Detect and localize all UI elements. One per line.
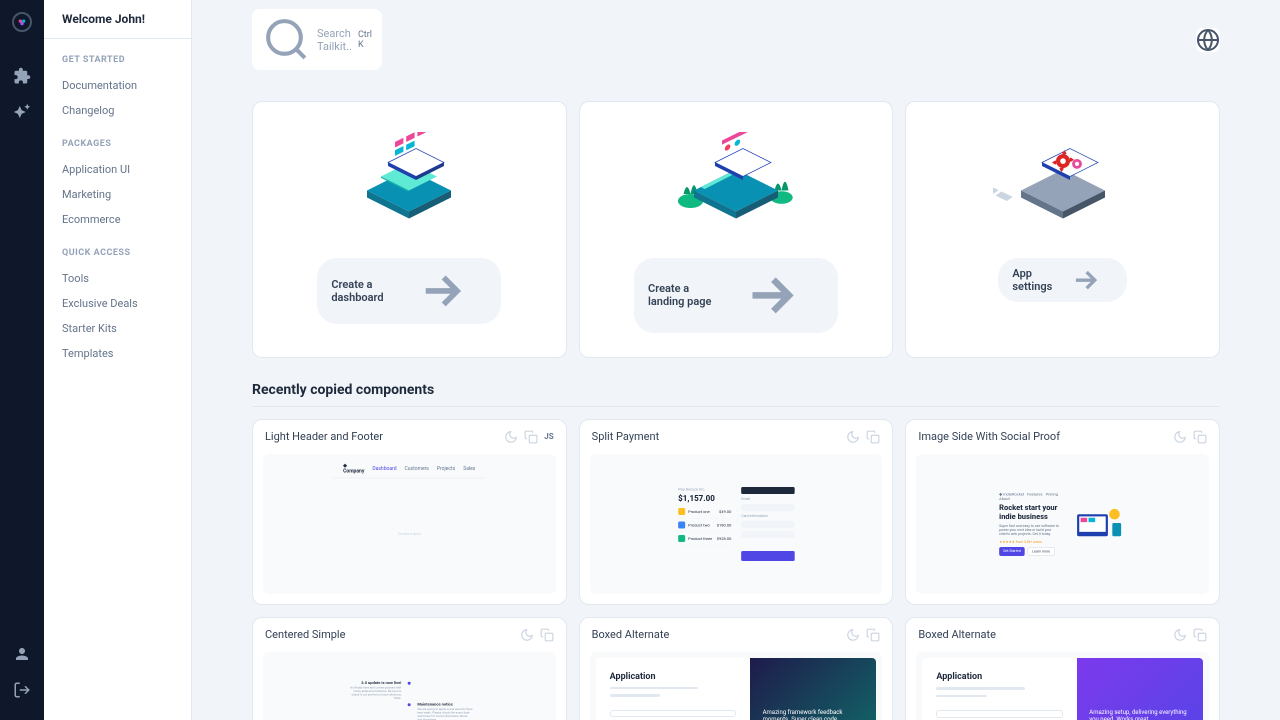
moon-icon[interactable]: [1173, 628, 1187, 642]
copy-icon[interactable]: [1193, 430, 1207, 444]
component-title: Boxed Alternate: [592, 628, 841, 641]
card-create-landing-page: Create a landing page: [579, 101, 894, 358]
sidebar-item-changelog[interactable]: Changelog: [62, 98, 173, 123]
card-create-dashboard: Create a dashboard: [252, 101, 567, 358]
copy-icon[interactable]: [866, 628, 880, 642]
card-app-settings: App settings: [905, 101, 1220, 358]
illustration-dashboard: [339, 132, 479, 242]
component-card[interactable]: Split Payment Pay Secure Inc. $1,157.00 …: [579, 419, 894, 605]
globe-icon: [1196, 28, 1220, 52]
sidebar-header-get-started: GET STARTED: [62, 55, 173, 65]
component-card[interactable]: Boxed Alternate Application Amazing setu…: [905, 617, 1220, 720]
moon-icon[interactable]: [1173, 430, 1187, 444]
component-preview: 3.5 update is now live!It's finally here…: [263, 652, 556, 720]
moon-icon[interactable]: [846, 430, 860, 444]
search-icon: [262, 15, 311, 64]
component-preview: Application Amazing setup, delivering ev…: [916, 652, 1209, 720]
component-title: Image Side With Social Proof: [918, 430, 1167, 443]
sidebar-item-documentation[interactable]: Documentation: [62, 73, 173, 98]
component-preview: Application Amazing framework feedback m…: [590, 652, 883, 720]
search-placeholder: Search Tailkit..: [317, 27, 352, 53]
component-card[interactable]: Boxed Alternate Application Amazing fram…: [579, 617, 894, 720]
main-content: Search Tailkit.. Ctrl K Create a dashboa…: [192, 0, 1280, 720]
sidebar-item-starter-kits[interactable]: Starter Kits: [62, 316, 173, 341]
component-card[interactable]: Centered Simple 3.5 update is now live!I…: [252, 617, 567, 720]
sidebar-item-ecommerce[interactable]: Ecommerce: [62, 207, 173, 232]
puzzle-icon[interactable]: [13, 67, 31, 85]
component-preview: Pay Secure Inc. $1,157.00 Product one$49…: [590, 454, 883, 594]
moon-icon[interactable]: [520, 628, 534, 642]
globe-button[interactable]: [1196, 28, 1220, 52]
copy-icon[interactable]: [866, 430, 880, 444]
sidebar-item-templates[interactable]: Templates: [62, 341, 173, 366]
js-badge: JS: [544, 432, 553, 441]
app-logo[interactable]: [12, 12, 32, 32]
component-preview: ◆ IndieRocket Features Pricing About Roc…: [916, 454, 1209, 594]
component-title: Centered Simple: [265, 628, 514, 641]
welcome-text: Welcome John!: [44, 0, 191, 39]
component-card[interactable]: Image Side With Social Proof ◆ IndieRock…: [905, 419, 1220, 605]
search-input[interactable]: Search Tailkit.. Ctrl K: [252, 9, 382, 70]
moon-icon[interactable]: [504, 430, 518, 444]
sidebar-item-exclusive-deals[interactable]: Exclusive Deals: [62, 291, 173, 316]
create-dashboard-button[interactable]: Create a dashboard: [317, 258, 501, 324]
illustration-landing: [666, 132, 806, 242]
user-icon[interactable]: [13, 645, 31, 663]
sidebar: Welcome John! GET STARTED Documentation …: [44, 0, 192, 720]
create-landing-page-button[interactable]: Create a landing page: [634, 258, 838, 333]
sidebar-item-tools[interactable]: Tools: [62, 266, 173, 291]
sidebar-item-marketing[interactable]: Marketing: [62, 182, 173, 207]
copy-icon[interactable]: [540, 628, 554, 642]
sparkle-icon[interactable]: [13, 103, 31, 121]
copy-icon[interactable]: [1193, 628, 1207, 642]
component-title: Boxed Alternate: [918, 628, 1167, 641]
component-preview: ◆ CompanyDashboardCustomersProjectsSales…: [263, 454, 556, 594]
sidebar-header-quick-access: QUICK ACCESS: [62, 248, 173, 258]
copy-icon[interactable]: [524, 430, 538, 444]
sidebar-header-packages: PACKAGES: [62, 139, 173, 149]
logout-icon[interactable]: [13, 681, 31, 699]
icon-rail: [0, 0, 44, 720]
illustration-settings: [993, 132, 1133, 242]
component-card[interactable]: Light Header and Footer JS ◆ CompanyDash…: [252, 419, 567, 605]
section-title-recent: Recently copied components: [252, 382, 1220, 407]
component-title: Split Payment: [592, 430, 841, 443]
sidebar-item-application-ui[interactable]: Application UI: [62, 157, 173, 182]
moon-icon[interactable]: [846, 628, 860, 642]
app-settings-button[interactable]: App settings: [998, 258, 1127, 302]
arrow-right-icon: [718, 264, 824, 327]
arrow-right-icon: [395, 264, 488, 318]
search-kbd: Ctrl K: [358, 30, 372, 50]
arrow-right-icon: [1058, 264, 1113, 296]
component-title: Light Header and Footer: [265, 430, 498, 443]
